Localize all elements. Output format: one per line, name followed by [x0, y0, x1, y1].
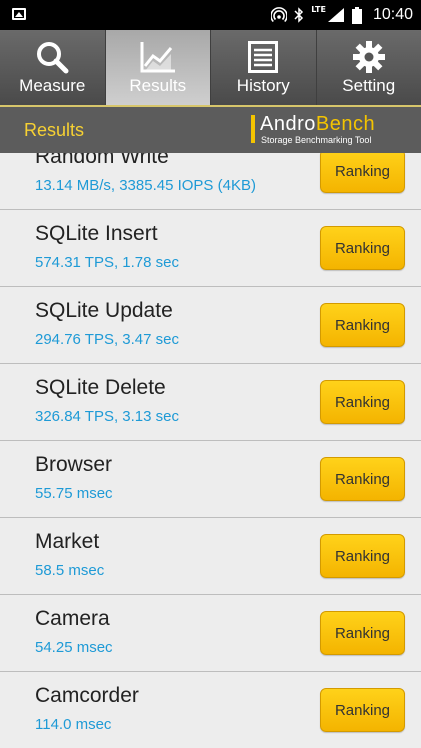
tab-setting[interactable]: Setting	[316, 30, 421, 105]
status-bar: LTE 10:40	[0, 0, 421, 30]
network-type-label: LTE	[311, 4, 326, 14]
tab-bar: Measure Results History Setting	[0, 30, 421, 105]
result-name: SQLite Delete	[35, 376, 166, 399]
result-name: Market	[35, 530, 100, 553]
list-item: Browser 55.75 msec Ranking	[0, 441, 421, 518]
tab-measure-label: Measure	[19, 76, 86, 95]
list-item: SQLite Update 294.76 TPS, 3.47 sec Ranki…	[0, 287, 421, 364]
list-icon	[248, 41, 279, 73]
results-list[interactable]: Random Write 13.14 MB/s, 3385.45 IOPS (4…	[0, 153, 421, 748]
hotspot-icon	[271, 7, 288, 23]
bluetooth-icon	[294, 7, 304, 23]
ranking-button[interactable]: Ranking	[320, 303, 405, 347]
list-item: SQLite Insert 574.31 TPS, 1.78 sec Ranki…	[0, 210, 421, 287]
list-item: Camera 54.25 msec Ranking	[0, 595, 421, 672]
result-name: Browser	[35, 453, 113, 476]
results-header: Results AndroBench Storage Benchmarking …	[0, 105, 421, 153]
result-name: Camera	[35, 607, 110, 630]
tab-history-label: History	[236, 76, 290, 95]
result-name: SQLite Update	[35, 299, 173, 322]
list-item: Camcorder 114.0 msec Ranking	[0, 672, 421, 748]
ranking-button[interactable]: Ranking	[320, 688, 405, 732]
gear-icon	[352, 41, 385, 73]
result-value: 54.25 msec	[35, 639, 113, 656]
image-notification-icon	[12, 8, 26, 20]
result-name: Random Write	[35, 153, 169, 168]
logo-tagline: Storage Benchmarking Tool	[261, 135, 372, 145]
result-value: 294.76 TPS, 3.47 sec	[35, 331, 179, 348]
ranking-button[interactable]: Ranking	[320, 380, 405, 424]
ranking-button[interactable]: Ranking	[320, 611, 405, 655]
clock: 10:40	[372, 6, 413, 23]
logo-name-prefix: Andro	[260, 113, 316, 135]
page-title: Results	[24, 120, 85, 140]
ranking-button[interactable]: Ranking	[320, 153, 405, 193]
result-value: 114.0 msec	[35, 716, 112, 733]
ranking-button[interactable]: Ranking	[320, 534, 405, 578]
tab-measure[interactable]: Measure	[0, 30, 106, 105]
tab-setting-label: Setting	[342, 76, 396, 95]
chart-icon	[140, 42, 175, 73]
tab-results-label: Results	[129, 76, 187, 95]
ranking-button[interactable]: Ranking	[320, 226, 405, 270]
result-value: 55.75 msec	[35, 485, 113, 502]
ranking-button[interactable]: Ranking	[320, 457, 405, 501]
result-value: 574.31 TPS, 1.78 sec	[35, 254, 179, 271]
result-value: 13.14 MB/s, 3385.45 IOPS (4KB)	[35, 177, 256, 194]
tab-history[interactable]: History	[211, 30, 317, 105]
androbench-logo: AndroBench Storage Benchmarking Tool	[251, 113, 409, 147]
status-icons: LTE 10:40	[271, 0, 413, 30]
result-name: Camcorder	[35, 684, 139, 707]
battery-icon	[351, 6, 362, 24]
list-item: Market 58.5 msec Ranking	[0, 518, 421, 595]
signal-icon	[327, 8, 344, 22]
result-value: 58.5 msec	[35, 562, 105, 579]
logo-bar	[251, 115, 255, 143]
list-item: SQLite Delete 326.84 TPS, 3.13 sec Ranki…	[0, 364, 421, 441]
tab-results[interactable]: Results	[105, 30, 211, 105]
magnifier-icon	[37, 42, 69, 74]
list-item: Random Write 13.14 MB/s, 3385.45 IOPS (4…	[0, 153, 421, 210]
result-value: 326.84 TPS, 3.13 sec	[35, 408, 179, 425]
result-name: SQLite Insert	[35, 222, 158, 245]
logo-name-suffix: Bench	[315, 113, 376, 135]
